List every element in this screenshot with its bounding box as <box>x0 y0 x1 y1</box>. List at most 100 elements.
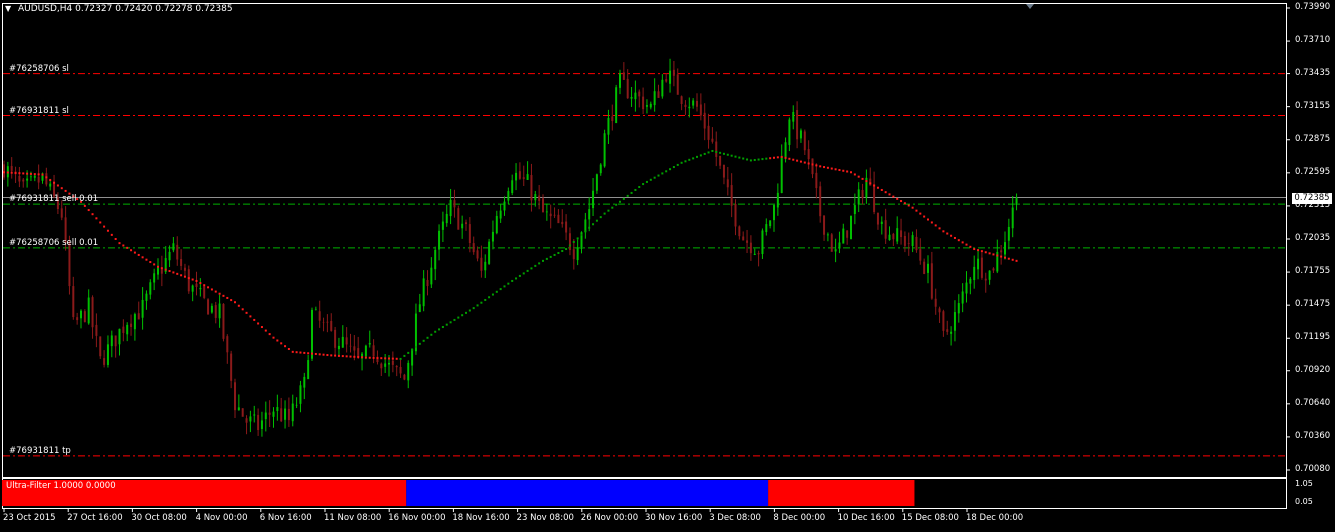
ma-dot <box>711 149 714 152</box>
ma-dot <box>422 339 425 342</box>
ma-dot <box>518 274 521 277</box>
ma-dot <box>923 215 926 218</box>
ma-dot <box>430 333 433 336</box>
triangle-down-icon[interactable]: ▼ <box>5 4 11 13</box>
price-tick-label: 0.71195 <box>1295 332 1331 343</box>
chart-area[interactable] <box>0 0 1335 529</box>
ma-dot <box>260 326 263 329</box>
price-chart[interactable] <box>0 0 1335 529</box>
ma-dot <box>873 184 876 187</box>
price-tick-label: 0.70920 <box>1295 364 1331 375</box>
price-tick-label: 0.73155 <box>1295 100 1331 111</box>
ma-dot <box>788 157 791 160</box>
ma-dot <box>876 186 879 189</box>
ma-dot <box>391 357 394 360</box>
ma-dot <box>692 157 695 160</box>
ma-dot <box>272 336 275 339</box>
ma-dot <box>145 258 148 261</box>
ma-dot <box>984 251 987 254</box>
ma-dot <box>210 288 213 291</box>
ma-dot <box>484 298 487 301</box>
ma-dot <box>133 251 136 254</box>
indicator-segment <box>768 480 915 506</box>
ma-dot <box>357 356 360 359</box>
ma-dot <box>599 216 602 219</box>
ma-dot <box>980 250 983 253</box>
date-tick-label: 8 Dec 00:00 <box>773 513 826 523</box>
ma-dot <box>576 237 579 240</box>
price-tick-label: 0.70360 <box>1295 430 1331 441</box>
ma-dot <box>680 161 683 164</box>
ma-dot <box>726 153 729 156</box>
ma-dot <box>337 354 340 357</box>
ma-dot <box>103 225 106 228</box>
ma-dot <box>722 152 725 155</box>
ma-dot <box>214 290 217 293</box>
ma-dot <box>434 330 437 333</box>
ma-dot <box>834 168 837 171</box>
ma-dot <box>276 339 279 342</box>
ma-dot <box>511 279 514 282</box>
ma-dot <box>364 356 367 359</box>
indicator-tick-label: 0.05 <box>1295 497 1313 506</box>
ma-dot <box>114 238 117 240</box>
ma-dot <box>53 181 56 184</box>
ma-dot <box>684 160 687 163</box>
ma-dot <box>33 173 36 176</box>
price-tick-label: 0.72035 <box>1295 233 1331 243</box>
ma-dot <box>611 206 614 209</box>
ma-dot <box>99 221 102 224</box>
ma-dot <box>388 357 390 360</box>
ma-dot <box>826 166 829 169</box>
price-tick-label: 0.72875 <box>1295 133 1331 144</box>
ma-dot <box>715 150 718 153</box>
ma-dot <box>468 309 471 312</box>
ma-dot <box>480 301 483 304</box>
ma-dot <box>503 285 506 288</box>
ma-dot <box>472 307 475 310</box>
ma-dot <box>730 154 733 157</box>
ma-dot <box>842 169 845 172</box>
ma-dot <box>830 167 833 170</box>
date-tick-label: 30 Oct 08:00 <box>131 513 187 523</box>
ma-dot <box>372 356 375 359</box>
ma-dot <box>927 218 929 221</box>
ma-dot <box>87 209 90 212</box>
ma-dot <box>869 182 872 185</box>
ma-dot <box>553 253 556 256</box>
ma-dot <box>900 200 903 203</box>
ma-dot <box>838 169 841 172</box>
ma-dot <box>203 284 206 287</box>
ma-dot <box>580 233 583 236</box>
ma-dot <box>95 217 98 220</box>
ma-dot <box>969 245 972 248</box>
ma-dot <box>380 357 383 360</box>
ma-dot <box>961 241 964 244</box>
date-tick-label: 18 Dec 00:00 <box>966 513 1024 523</box>
indicator-tick-label: 1.05 <box>1295 479 1313 488</box>
ma-dot <box>707 151 710 154</box>
ma-dot <box>522 272 525 275</box>
ma-dot <box>399 357 402 360</box>
ma-dot <box>942 230 945 233</box>
date-tick-label: 6 Nov 16:00 <box>259 513 312 523</box>
order-level-label: #76931811 tp <box>9 445 71 456</box>
ma-dot <box>195 279 198 282</box>
ma-dot <box>934 224 937 227</box>
ma-dot <box>253 318 256 321</box>
ma-dot <box>688 158 691 161</box>
ma-dot <box>719 151 722 154</box>
ma-dot <box>160 267 163 270</box>
ma-dot <box>857 175 860 178</box>
ma-dot <box>634 188 637 191</box>
ma-dot <box>110 233 113 236</box>
ma-dot <box>230 299 233 302</box>
ma-dot <box>696 155 698 158</box>
ma-dot <box>661 172 664 175</box>
shift-marker-icon[interactable] <box>1026 4 1034 9</box>
price-tick-label: 0.71755 <box>1295 266 1331 277</box>
ma-dot <box>491 293 494 296</box>
ma-dot <box>495 290 498 293</box>
ma-dot <box>638 186 641 189</box>
ma-dot <box>884 191 887 194</box>
